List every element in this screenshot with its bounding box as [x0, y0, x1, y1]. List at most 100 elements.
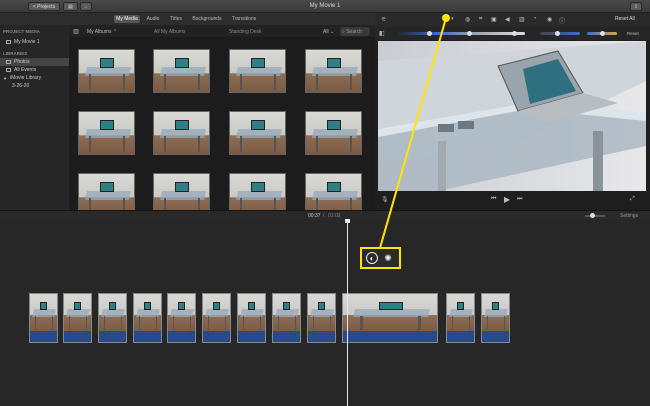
reset-button[interactable]: Reset	[627, 31, 639, 36]
timeline-clip[interactable]	[133, 293, 162, 343]
levels-knob-3[interactable]	[512, 31, 517, 36]
sidebar-item-event[interactable]: 3-26-20	[0, 82, 69, 90]
photo-thumbnail-image	[306, 50, 361, 92]
saturation-knob[interactable]	[555, 31, 560, 36]
disclosure-icon[interactable]: ▼	[3, 76, 7, 81]
saturation-slider[interactable]	[540, 32, 580, 35]
tab-backgrounds[interactable]: Backgrounds	[190, 15, 224, 23]
color-balance-icon[interactable]: ◐	[366, 252, 378, 264]
search-placeholder: Search	[346, 28, 363, 35]
sidebar-item-label: 3-26-20	[12, 83, 30, 89]
play-icon[interactable]: ▶	[504, 195, 510, 204]
timeline-clip[interactable]	[481, 293, 510, 343]
media-thumbnail[interactable]	[305, 111, 362, 155]
clip-audio-track	[30, 331, 57, 342]
sidebar-item-project[interactable]: My Movie 1	[0, 38, 69, 46]
temperature-knob[interactable]	[600, 31, 605, 36]
levels-knob-1[interactable]	[427, 31, 432, 36]
search-field[interactable]: ⌕ Search	[340, 27, 370, 36]
stabilization-icon[interactable]: ▣	[491, 16, 497, 23]
timeline-clip[interactable]	[342, 293, 438, 343]
media-tab-bar: My Media Audio Titles Backgrounds Transi…	[0, 13, 375, 25]
photo-thumbnail-image	[447, 294, 474, 332]
eyedropper-icon[interactable]: ◧	[379, 30, 385, 37]
volume-icon[interactable]: ◀	[505, 16, 510, 23]
media-thumbnail[interactable]	[229, 111, 286, 155]
fullscreen-icon[interactable]: ⤢	[630, 196, 635, 203]
timeline-clip[interactable]	[272, 293, 301, 343]
reset-all-button[interactable]: Reset All	[615, 16, 635, 22]
media-thumbnail[interactable]	[78, 111, 135, 155]
tab-my-media[interactable]: My Media	[114, 15, 140, 23]
tab-transitions[interactable]: Transitions	[229, 15, 259, 23]
media-thumbnail[interactable]	[229, 173, 286, 210]
photo-thumbnail-image	[230, 50, 285, 92]
clip-filter-icon[interactable]: ◉	[547, 16, 552, 23]
share-button[interactable]: ⇪	[630, 2, 642, 11]
skip-back-icon[interactable]: ⏮	[491, 196, 496, 203]
clip-audio-track	[273, 331, 300, 342]
sidebar-item-photos[interactable]: Photos	[0, 58, 69, 66]
timeline-clip[interactable]	[98, 293, 127, 343]
timeline-clip[interactable]	[167, 293, 196, 343]
browser-toolbar: ▥ My Albums ⌃ All My Albums Standing Des…	[69, 25, 375, 38]
microphone-icon[interactable]: 🎙	[381, 196, 389, 203]
sidebar-item-label: Photos	[14, 59, 30, 65]
levels-knob-2[interactable]	[467, 31, 472, 36]
album-select-label: My Albums	[87, 28, 112, 35]
photo-thumbnail-image	[154, 112, 209, 154]
media-thumbnail[interactable]	[229, 49, 286, 93]
playhead[interactable]	[347, 220, 348, 406]
timeline-clip[interactable]	[237, 293, 266, 343]
timeline-clip[interactable]	[307, 293, 336, 343]
clip-audio-track	[238, 331, 265, 342]
magic-wand-icon[interactable]: ⚟	[381, 16, 386, 23]
album-select[interactable]: My Albums ⌃	[87, 28, 117, 35]
media-thumbnail[interactable]	[153, 173, 210, 210]
sidebar-item-all-events[interactable]: All Events	[0, 66, 69, 74]
skip-forward-icon[interactable]: ⏭	[517, 196, 522, 203]
timeline-clip[interactable]	[29, 293, 58, 343]
photo-thumbnail-image	[308, 294, 335, 332]
photo-thumbnail-image	[154, 174, 209, 210]
speed-icon[interactable]: ◔	[533, 16, 537, 22]
total-time: 01:02	[328, 213, 341, 219]
playhead-handle[interactable]	[345, 219, 350, 223]
media-thumbnail[interactable]	[305, 173, 362, 210]
tab-audio[interactable]: Audio	[144, 15, 162, 23]
noise-reduction-icon[interactable]: ▥	[519, 16, 525, 23]
clip-audio-track	[447, 331, 474, 342]
tab-titles[interactable]: Titles	[166, 15, 186, 23]
media-thumbnail[interactable]	[153, 111, 210, 155]
viewer-preview	[378, 41, 646, 191]
zoom-slider[interactable]	[585, 215, 605, 217]
photo-thumbnail-image	[64, 294, 91, 332]
preview-image	[378, 41, 646, 191]
timeline-clip[interactable]	[446, 293, 475, 343]
media-thumbnail[interactable]	[78, 49, 135, 93]
color-balance-icon[interactable]: ◐	[451, 16, 455, 22]
sidebar-item-imovie-library[interactable]: ▼ iMovie Library	[0, 74, 69, 82]
color-correction-icon[interactable]: ✺	[382, 252, 394, 264]
media-thumbnail[interactable]	[305, 49, 362, 93]
photo-thumbnail-image	[343, 294, 437, 332]
crop-icon[interactable]: ⌗	[479, 16, 482, 23]
breadcrumb-standing-desk[interactable]: Standing Desk	[229, 28, 262, 35]
timeline-clip[interactable]	[202, 293, 231, 343]
media-thumbnail[interactable]	[78, 173, 135, 210]
sidebar-toggle-icon[interactable]: ▥	[72, 28, 80, 35]
breadcrumb-all-albums[interactable]: All My Albums	[154, 28, 185, 35]
film-icon	[6, 40, 11, 44]
zoom-knob[interactable]	[590, 213, 595, 218]
search-icon: ⌕	[342, 28, 345, 35]
filter-select[interactable]: All ⌄	[323, 28, 334, 35]
time-separator: /	[323, 213, 325, 219]
color-correction-icon[interactable]: ◍	[465, 16, 470, 23]
timeline-settings-button[interactable]: Settings	[620, 213, 638, 219]
levels-slider[interactable]	[395, 32, 525, 35]
media-thumbnail[interactable]	[153, 49, 210, 93]
info-icon[interactable]: ⓘ	[559, 16, 565, 25]
timeline-clip[interactable]	[63, 293, 92, 343]
window-title: My Movie 1	[309, 3, 341, 9]
clip-audio-track	[99, 331, 126, 342]
